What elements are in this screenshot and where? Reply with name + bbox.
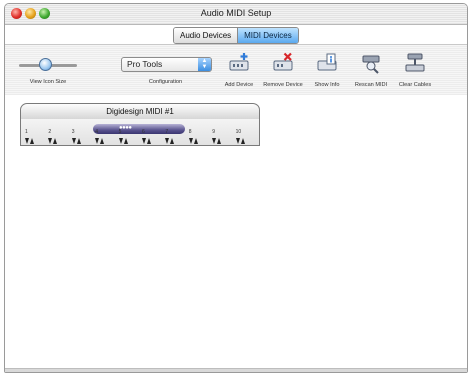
add-device-button[interactable]: Add Device bbox=[217, 51, 261, 91]
port-number: 3 bbox=[71, 129, 75, 135]
midi-port[interactable]: 10 bbox=[235, 129, 245, 146]
midi-out-arrow-icon[interactable] bbox=[170, 138, 175, 144]
midi-port[interactable]: 8 bbox=[188, 129, 198, 146]
midi-port[interactable]: 4 bbox=[95, 129, 105, 146]
bottom-edge bbox=[5, 368, 467, 372]
midi-out-arrow-icon[interactable] bbox=[30, 138, 34, 144]
midi-in-arrow-icon[interactable] bbox=[165, 138, 170, 144]
midi-out-arrow-icon[interactable] bbox=[123, 138, 128, 144]
midi-out-arrow-icon[interactable] bbox=[240, 138, 245, 144]
midi-port[interactable]: 5 bbox=[118, 129, 128, 146]
remove-device-button[interactable]: Remove Device bbox=[261, 51, 305, 91]
remove-device-label: Remove Device bbox=[263, 82, 303, 88]
add-device-label: Add Device bbox=[224, 82, 254, 88]
rescan-midi-button[interactable]: Rescan MIDI bbox=[349, 51, 393, 91]
tab-bar: Audio Devices MIDI Devices bbox=[173, 27, 299, 44]
midi-out-arrow-icon[interactable] bbox=[76, 138, 81, 144]
midi-port[interactable]: 3 bbox=[71, 129, 81, 146]
app-window: Audio MIDI Setup Audio Devices MIDI Devi… bbox=[4, 3, 468, 373]
tab-audio-devices[interactable]: Audio Devices bbox=[174, 28, 238, 43]
midi-port[interactable]: 2 bbox=[48, 129, 58, 146]
midi-in-arrow-icon[interactable] bbox=[188, 138, 193, 144]
midi-in-arrow-icon[interactable] bbox=[71, 138, 76, 144]
rescan-midi-label: Rescan MIDI bbox=[354, 82, 388, 88]
show-info-label: Show Info bbox=[314, 82, 340, 88]
configuration-label: Configuration bbox=[148, 79, 183, 85]
midi-in-arrow-icon[interactable] bbox=[25, 138, 29, 144]
midi-in-arrow-icon[interactable] bbox=[118, 138, 123, 144]
midi-in-arrow-icon[interactable] bbox=[235, 138, 240, 144]
midi-port[interactable]: 9 bbox=[212, 129, 222, 146]
midi-port[interactable]: 1 bbox=[25, 129, 34, 146]
port-number: 10 bbox=[235, 129, 242, 135]
show-info-button[interactable]: Show Info bbox=[305, 51, 349, 91]
title-bar[interactable]: Audio MIDI Setup bbox=[5, 4, 467, 25]
configuration-popup[interactable]: Pro Tools ▲ ▼ bbox=[121, 57, 212, 72]
port-number: 1 bbox=[25, 129, 28, 135]
clear-cables-icon bbox=[405, 53, 425, 72]
port-number: 2 bbox=[48, 129, 52, 135]
midi-out-arrow-icon[interactable] bbox=[147, 138, 151, 144]
port-number: 8 bbox=[188, 129, 192, 135]
popup-arrows-icon: ▲ ▼ bbox=[198, 58, 211, 71]
midi-out-arrow-icon[interactable] bbox=[217, 138, 222, 144]
midi-in-arrow-icon[interactable] bbox=[48, 138, 53, 144]
window-title: Audio MIDI Setup bbox=[200, 8, 272, 18]
midi-device-canvas[interactable]: Digidesign MIDI #1 ●●●● 1 2 3 4 5 6 7 8 9 10 bbox=[5, 95, 467, 372]
midi-in-arrow-icon[interactable] bbox=[142, 138, 146, 144]
port-number: 4 bbox=[95, 129, 98, 135]
clear-cables-button[interactable]: Clear Cables bbox=[393, 51, 437, 91]
remove-device-icon bbox=[273, 52, 293, 71]
port-number: 6 bbox=[142, 129, 145, 135]
midi-out-arrow-icon[interactable] bbox=[100, 138, 105, 144]
midi-port[interactable]: 7 bbox=[165, 129, 175, 146]
device-ports: 1 2 3 4 5 6 7 8 9 10 bbox=[23, 129, 257, 148]
midi-device[interactable]: Digidesign MIDI #1 ●●●● 1 2 3 4 5 6 7 8 9 10 bbox=[20, 103, 260, 161]
toolbar: View Icon Size Pro Tools ▲ ▼ Configuratio… bbox=[5, 44, 467, 96]
rescan-midi-icon bbox=[362, 55, 380, 74]
configuration-value: Pro Tools bbox=[127, 59, 163, 69]
midi-out-arrow-icon[interactable] bbox=[53, 138, 58, 144]
midi-in-arrow-icon[interactable] bbox=[212, 138, 217, 144]
icon-size-label: View Icon Size bbox=[29, 79, 67, 85]
port-number: 9 bbox=[212, 129, 215, 135]
midi-out-arrow-icon[interactable] bbox=[193, 138, 198, 144]
add-device-icon bbox=[229, 53, 249, 71]
show-info-icon bbox=[317, 53, 337, 71]
port-number: 5 bbox=[118, 129, 122, 135]
midi-port[interactable]: 6 bbox=[142, 129, 151, 146]
port-number: 7 bbox=[165, 129, 169, 135]
clear-cables-label: Clear Cables bbox=[398, 82, 432, 88]
midi-in-arrow-icon[interactable] bbox=[95, 138, 100, 144]
device-name: Digidesign MIDI #1 bbox=[20, 103, 260, 120]
tab-midi-devices[interactable]: MIDI Devices bbox=[237, 28, 298, 43]
icon-size-slider-knob[interactable] bbox=[39, 58, 53, 71]
